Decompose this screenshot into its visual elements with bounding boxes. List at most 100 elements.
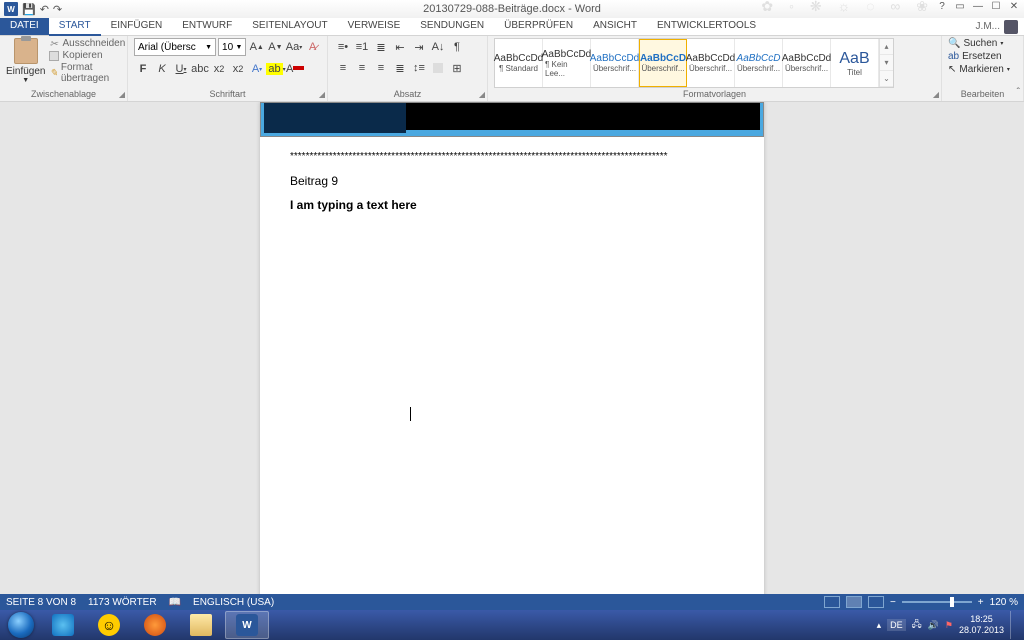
zoom-level[interactable]: 120 %	[990, 597, 1018, 608]
user-account[interactable]: J.M...	[970, 18, 1024, 35]
document-area[interactable]: ****************************************…	[0, 102, 1024, 594]
align-center-button[interactable]: ≡	[353, 59, 371, 77]
strike-button[interactable]: abc	[191, 59, 209, 79]
doc-text-line2: I am typing a text here	[290, 198, 734, 212]
clear-format-button[interactable]: A̷	[304, 38, 321, 56]
embedded-image[interactable]	[260, 102, 764, 137]
status-page[interactable]: SEITE 8 VON 8	[6, 597, 76, 608]
taskbar-word[interactable]: W	[225, 611, 269, 639]
copy-button[interactable]: Kopieren	[49, 50, 125, 61]
shrink-font-button[interactable]: A▼	[267, 38, 284, 56]
tab-references[interactable]: VERWEISE	[338, 18, 411, 35]
status-words[interactable]: 1173 WÖRTER	[88, 597, 157, 608]
style-heading2[interactable]: AaBbCcDÜberschrif...	[639, 39, 687, 87]
qat-undo-icon[interactable]: ↶	[40, 3, 49, 16]
tab-view[interactable]: ANSICHT	[583, 18, 647, 35]
font-launcher-icon[interactable]: ◢	[319, 90, 325, 99]
view-read-icon[interactable]	[824, 596, 840, 608]
para-launcher-icon[interactable]: ◢	[479, 90, 485, 99]
change-case-button[interactable]: Aa▾	[286, 38, 303, 56]
tray-date: 28.07.2013	[959, 625, 1004, 636]
status-proof-icon[interactable]: 📖	[169, 597, 181, 608]
clipboard-launcher-icon[interactable]: ◢	[119, 90, 125, 99]
text-effects-button[interactable]: A▾	[248, 59, 266, 79]
font-size-select[interactable]: 10▼	[218, 38, 246, 56]
tray-network-icon[interactable]: 🖧	[912, 617, 922, 633]
multilevel-button[interactable]: ≣	[372, 38, 390, 56]
font-name-select[interactable]: Arial (Übersc▼	[134, 38, 216, 56]
tray-volume-icon[interactable]: 🔊	[928, 620, 939, 631]
line-spacing-button[interactable]: ↕≡	[410, 59, 428, 77]
view-web-icon[interactable]	[868, 596, 884, 608]
format-painter-button[interactable]: ✎Format übertragen	[49, 62, 125, 84]
show-marks-button[interactable]: ¶	[448, 38, 466, 56]
align-right-button[interactable]: ≡	[372, 59, 390, 77]
superscript-button[interactable]: x2	[229, 59, 247, 79]
tray-language[interactable]: DE	[887, 619, 906, 631]
shading-button[interactable]	[429, 59, 447, 77]
status-language[interactable]: ENGLISCH (USA)	[193, 597, 274, 608]
tab-file[interactable]: DATEI	[0, 18, 49, 35]
zoom-in-icon[interactable]: +	[978, 597, 984, 608]
cut-button[interactable]: ✂Ausschneiden	[49, 38, 125, 49]
style-heading5[interactable]: AaBbCcDdÜberschrif...	[783, 39, 831, 87]
tab-developer[interactable]: ENTWICKLERTOOLS	[647, 18, 766, 35]
tab-mailings[interactable]: SENDUNGEN	[410, 18, 494, 35]
taskbar-explorer[interactable]	[179, 611, 223, 639]
highlight-button[interactable]: ab▾	[267, 59, 285, 79]
align-left-button[interactable]: ≡	[334, 59, 352, 77]
maximize-icon[interactable]: ☐	[988, 0, 1004, 12]
minimize-icon[interactable]: —	[970, 0, 986, 12]
tray-action-icon[interactable]: ⚑	[945, 620, 953, 631]
decorative-doodles: ✿ ◦ ❋ ☼ ◌ ∞ ❀	[761, 0, 934, 15]
zoom-out-icon[interactable]: −	[890, 597, 896, 608]
style-no-spacing[interactable]: AaBbCcDd¶ Kein Lee...	[543, 39, 591, 87]
qat-redo-icon[interactable]: ↷	[53, 3, 62, 16]
tab-design[interactable]: ENTWURF	[172, 18, 242, 35]
tab-review[interactable]: ÜBERPRÜFEN	[494, 18, 583, 35]
italic-button[interactable]: K	[153, 59, 171, 79]
tray-clock[interactable]: 18:25 28.07.2013	[959, 614, 1004, 636]
bullets-button[interactable]: ≡•	[334, 38, 352, 56]
tray-chevron-icon[interactable]: ▴	[877, 620, 882, 631]
grow-font-button[interactable]: A▲	[248, 38, 265, 56]
taskbar-firefox[interactable]	[133, 611, 177, 639]
tab-layout[interactable]: SEITENLAYOUT	[242, 18, 337, 35]
collapse-ribbon-icon[interactable]: ˆ	[1017, 87, 1020, 98]
borders-button[interactable]: ⊞	[448, 59, 466, 77]
document-page[interactable]: ****************************************…	[260, 102, 764, 594]
ribbon-display-icon[interactable]: ▭	[952, 0, 968, 12]
styles-more[interactable]: ▴▾⌄	[879, 39, 893, 87]
bold-button[interactable]: F	[134, 59, 152, 79]
justify-button[interactable]: ≣	[391, 59, 409, 77]
underline-button[interactable]: U▾	[172, 59, 190, 79]
sort-button[interactable]: A↓	[429, 38, 447, 56]
view-print-icon[interactable]	[846, 596, 862, 608]
subscript-button[interactable]: x2	[210, 59, 228, 79]
replace-button[interactable]: abErsetzen	[948, 51, 1017, 62]
tab-insert[interactable]: EINFÜGEN	[101, 18, 173, 35]
taskbar-ie[interactable]	[41, 611, 85, 639]
style-heading1[interactable]: AaBbCcDdÜberschrif...	[591, 39, 639, 87]
start-button[interactable]	[2, 610, 40, 640]
group-paragraph: ≡• ≡1 ≣ ⇤ ⇥ A↓ ¶ ≡ ≡ ≡ ≣ ↕≡ ⊞ Absatz◢	[328, 36, 488, 101]
select-button[interactable]: ↖Markieren▾	[948, 64, 1017, 75]
close-icon[interactable]: ✕	[1006, 0, 1022, 12]
find-button[interactable]: 🔍Suchen▾	[948, 38, 1017, 49]
style-standard[interactable]: AaBbCcDd¶ Standard	[495, 39, 543, 87]
indent-dec-button[interactable]: ⇤	[391, 38, 409, 56]
font-color-button[interactable]: A	[286, 59, 304, 79]
tab-start[interactable]: START	[49, 18, 101, 36]
style-heading4[interactable]: AaBbCcDÜberschrif...	[735, 39, 783, 87]
numbering-button[interactable]: ≡1	[353, 38, 371, 56]
qat-save-icon[interactable]: 💾	[22, 3, 36, 16]
styles-launcher-icon[interactable]: ◢	[933, 90, 939, 99]
zoom-slider[interactable]	[902, 601, 972, 603]
show-desktop-button[interactable]	[1010, 611, 1018, 639]
style-heading3[interactable]: AaBbCcDdÜberschrif...	[687, 39, 735, 87]
indent-inc-button[interactable]: ⇥	[410, 38, 428, 56]
taskbar-smiley[interactable]: ☺	[87, 611, 131, 639]
style-title[interactable]: AaBTitel	[831, 39, 879, 87]
paste-button[interactable]: Einfügen ▼	[6, 38, 45, 89]
help-icon[interactable]: ?	[934, 0, 950, 12]
